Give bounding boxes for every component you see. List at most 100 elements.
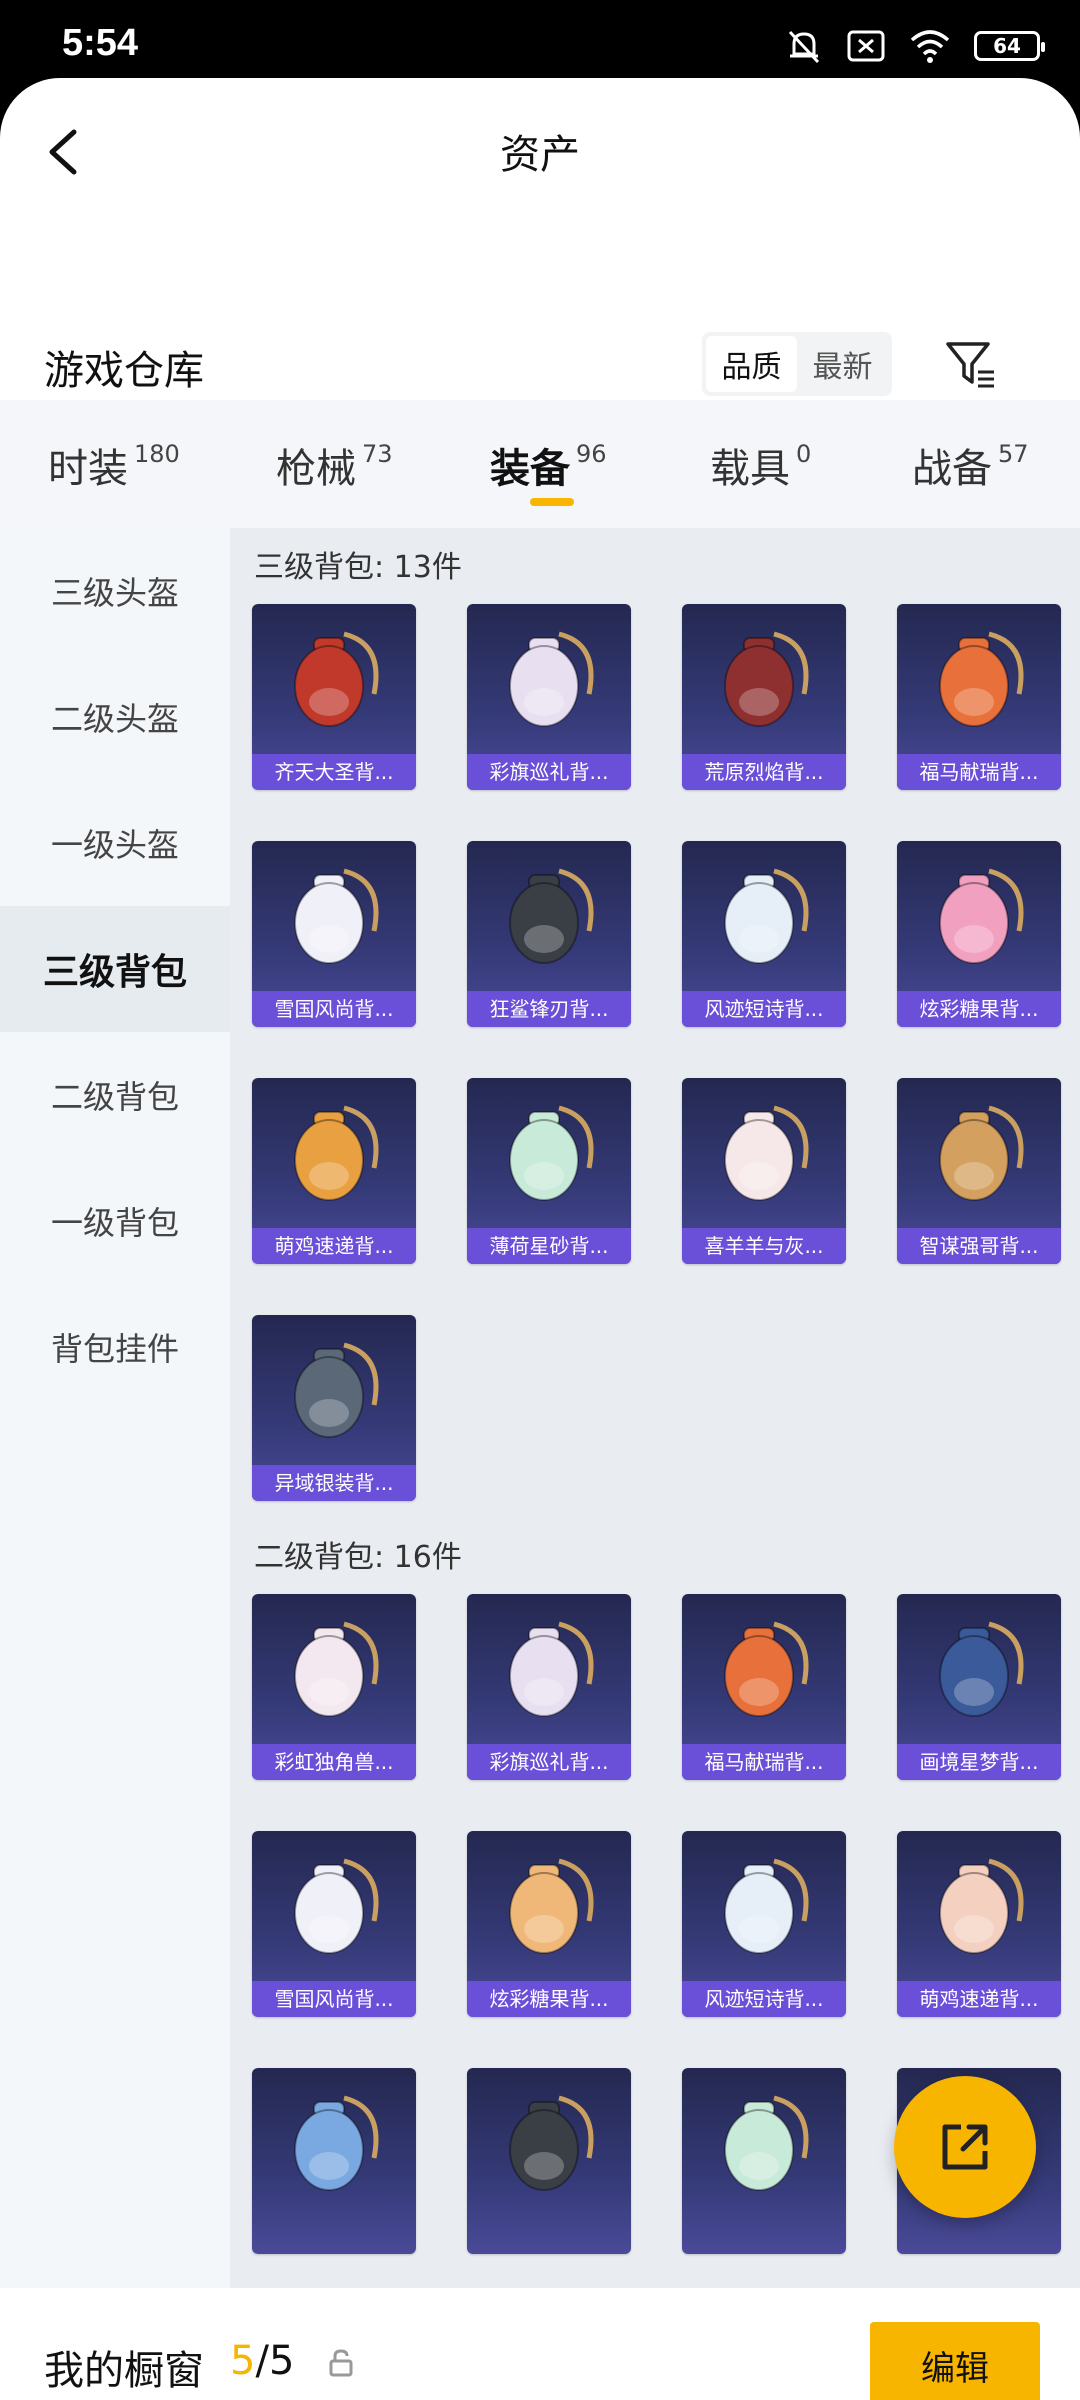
tab-1[interactable]: 枪械 73 — [276, 436, 393, 494]
item-card[interactable]: 异域银装背... — [252, 1315, 416, 1501]
item-name: 福马献瑞背... — [682, 1744, 846, 1780]
tab-2[interactable]: 装备 96 — [490, 436, 607, 494]
page-title: 资产 — [500, 132, 580, 178]
sidebar-item-2[interactable]: 一级头盔 — [0, 780, 230, 906]
candy-backpack-icon — [467, 1831, 631, 1981]
item-card[interactable]: 雪国风尚背... — [252, 1831, 416, 2017]
item-card[interactable]: 炫彩糖果背... — [897, 841, 1061, 1027]
tab-0[interactable]: 时装 180 — [48, 436, 180, 494]
battery-icon: 64 — [974, 31, 1045, 61]
unicorn-backpack-icon — [252, 1594, 416, 1744]
external-link-icon — [942, 2124, 988, 2170]
item-card[interactable]: 福马献瑞背... — [897, 604, 1061, 790]
tab-label: 战备 — [912, 446, 992, 492]
item-name: 风迹短诗背... — [682, 1981, 846, 2017]
item-name: 雪国风尚背... — [252, 991, 416, 1027]
showcase-title: 我的橱窗 — [44, 2348, 204, 2394]
tab-4[interactable]: 战备 57 — [912, 436, 1029, 494]
item-grid: 三级背包: 13件 齐天大圣背... 彩旗巡礼背... 荒原烈焰背... 福马献瑞背..… — [230, 528, 1080, 2288]
item-card[interactable] — [252, 2068, 416, 2254]
candy-backpack-icon — [897, 841, 1061, 991]
item-name: 炫彩糖果背... — [897, 991, 1061, 1027]
sidebar-item-4[interactable]: 二级背包 — [0, 1032, 230, 1158]
share-fab-button[interactable] — [894, 2076, 1036, 2218]
sidebar-item-1[interactable]: 二级头盔 — [0, 654, 230, 780]
item-card[interactable] — [682, 2068, 846, 2254]
item-card[interactable]: 智谋强哥背... — [897, 1078, 1061, 1264]
edit-button[interactable]: 编辑 — [870, 2322, 1040, 2400]
festival-backpack-icon — [467, 604, 631, 754]
tab-label: 枪械 — [276, 446, 356, 492]
top-nav: 资产 — [0, 78, 1080, 228]
item-card[interactable]: 狂鲨锋刃背... — [467, 841, 631, 1027]
item-card[interactable]: 喜羊羊与灰... — [682, 1078, 846, 1264]
sidebar-item-3[interactable]: 三级背包 — [0, 906, 230, 1032]
group-title: 二级背包: 16件 — [254, 1540, 462, 1575]
sort-newest-button[interactable]: 最新 — [797, 336, 888, 392]
item-name: 智谋强哥背... — [897, 1228, 1061, 1264]
tab-count: 57 — [998, 440, 1029, 468]
mint-backpack-icon — [682, 2068, 846, 2218]
silver-backpack-icon — [252, 1315, 416, 1465]
item-name: 炫彩糖果背... — [467, 1981, 631, 2017]
tab-3[interactable]: 载具 0 — [710, 436, 811, 494]
item-name: 彩旗巡礼背... — [467, 1744, 631, 1780]
status-time: 5:54 — [62, 22, 139, 64]
item-card[interactable]: 齐天大圣背... — [252, 604, 416, 790]
item-name: 画境星梦背... — [897, 1744, 1061, 1780]
item-card[interactable]: 画境星梦背... — [897, 1594, 1061, 1780]
item-name: 风迹短诗背... — [682, 991, 846, 1027]
snowman-backpack-icon — [252, 1831, 416, 1981]
showcase-count: 5/5 — [230, 2338, 294, 2384]
active-tab-underline — [530, 498, 574, 506]
item-name: 福马献瑞背... — [897, 754, 1061, 790]
sort-quality-button[interactable]: 品质 — [706, 336, 797, 392]
dream-backpack-icon — [897, 1594, 1061, 1744]
no-sim-icon — [847, 30, 885, 62]
horse-backpack-icon — [897, 604, 1061, 754]
sidebar-item-0[interactable]: 三级头盔 — [0, 528, 230, 654]
sidebar-item-5[interactable]: 一级背包 — [0, 1158, 230, 1284]
wind-backpack-icon — [682, 1831, 846, 1981]
item-card[interactable]: 炫彩糖果背... — [467, 1831, 631, 2017]
sidebar-item-6[interactable]: 背包挂件 — [0, 1284, 230, 1410]
filter-icon — [946, 342, 994, 388]
item-card[interactable]: 雪国风尚背... — [252, 841, 416, 1027]
sort-toggle: 品质 最新 — [702, 332, 892, 396]
item-name: 喜羊羊与灰... — [682, 1228, 846, 1264]
status-icons: 64 — [784, 26, 1045, 66]
item-card[interactable]: 彩虹独角兽... — [252, 1594, 416, 1780]
item-name: 彩虹独角兽... — [252, 1744, 416, 1780]
item-card[interactable]: 薄荷星砂背... — [467, 1078, 631, 1264]
festival-backpack-icon — [467, 1594, 631, 1744]
item-name: 齐天大圣背... — [252, 754, 416, 790]
item-card[interactable]: 风迹短诗背... — [682, 841, 846, 1027]
item-name: 雪国风尚背... — [252, 1981, 416, 2017]
tab-count: 0 — [796, 440, 812, 468]
item-name: 萌鸡速递背... — [252, 1228, 416, 1264]
item-name: 彩旗巡礼背... — [467, 754, 631, 790]
tab-label: 装备 — [490, 446, 570, 492]
warehouse-title: 游戏仓库 — [44, 348, 204, 394]
chick-backpack-icon — [897, 1831, 1061, 1981]
item-card[interactable]: 萌鸡速递背... — [897, 1831, 1061, 2017]
item-card[interactable]: 荒原烈焰背... — [682, 604, 846, 790]
category-tabs: 时装 180 枪械 73 装备 96 载具 0 战备 57 — [0, 400, 1080, 528]
lock-icon — [329, 2349, 353, 2377]
tab-count: 180 — [134, 440, 180, 468]
mute-icon — [788, 30, 820, 64]
item-card[interactable] — [467, 2068, 631, 2254]
tab-count: 73 — [362, 440, 393, 468]
item-name: 荒原烈焰背... — [682, 754, 846, 790]
filter-button[interactable] — [940, 334, 1000, 394]
group-title: 三级背包: 13件 — [254, 550, 462, 585]
mecha-backpack-icon — [252, 2068, 416, 2218]
horse-backpack-icon — [682, 1594, 846, 1744]
showcase-total: 5 — [268, 2338, 295, 2384]
item-card[interactable]: 风迹短诗背... — [682, 1831, 846, 2017]
item-card[interactable]: 彩旗巡礼背... — [467, 604, 631, 790]
chick-backpack-icon — [252, 1078, 416, 1228]
item-card[interactable]: 萌鸡速递背... — [252, 1078, 416, 1264]
item-card[interactable]: 彩旗巡礼背... — [467, 1594, 631, 1780]
item-card[interactable]: 福马献瑞背... — [682, 1594, 846, 1780]
